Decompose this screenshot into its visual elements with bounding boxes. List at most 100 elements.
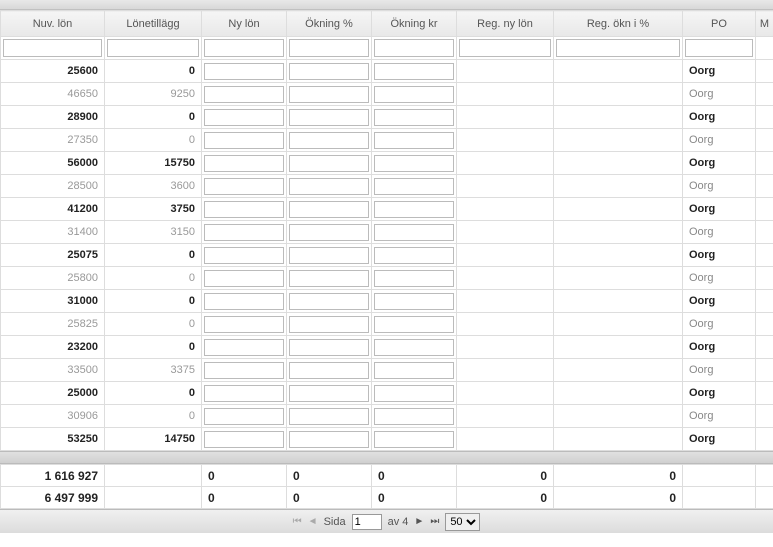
col-reg-okn-pct[interactable]: Reg. ökn i % (554, 11, 683, 37)
input-okning-pct[interactable] (289, 132, 369, 149)
input-okning-kr[interactable] (374, 385, 454, 402)
table-row[interactable]: 273500Oorg (1, 129, 773, 152)
cell-po: Oorg (683, 382, 756, 405)
table-row[interactable]: 285003600Oorg (1, 175, 773, 198)
input-okning-kr[interactable] (374, 224, 454, 241)
col-okning-pct[interactable]: Ökning % (287, 11, 372, 37)
col-lonetillagg[interactable]: Lönetillägg (105, 11, 202, 37)
input-okning-kr[interactable] (374, 178, 454, 195)
input-okning-kr[interactable] (374, 109, 454, 126)
input-okning-kr[interactable] (374, 201, 454, 218)
filter-lonetillagg[interactable] (107, 39, 199, 57)
input-okning-kr[interactable] (374, 86, 454, 103)
input-okning-pct[interactable] (289, 339, 369, 356)
table-row[interactable]: 250000Oorg (1, 382, 773, 405)
col-reg-ny-lon[interactable]: Reg. ny lön (457, 11, 554, 37)
cell-reg-pct (554, 106, 683, 129)
input-okning-kr[interactable] (374, 408, 454, 425)
last-page-icon[interactable]: ⏭ (430, 516, 439, 527)
table-row[interactable]: 335003375Oorg (1, 359, 773, 382)
table-row[interactable]: 310000Oorg (1, 290, 773, 313)
col-ny-lon[interactable]: Ny lön (202, 11, 287, 37)
col-okning-kr[interactable]: Ökning kr (372, 11, 457, 37)
filter-nuv-lon[interactable] (3, 39, 102, 57)
table-row[interactable]: 232000Oorg (1, 336, 773, 359)
input-okning-pct[interactable] (289, 224, 369, 241)
first-page-icon[interactable]: ⏮ (293, 516, 302, 527)
input-ny-lon[interactable] (204, 247, 284, 264)
next-page-icon[interactable]: ► (414, 516, 424, 527)
cell-nuv: 30906 (1, 405, 105, 428)
table-row[interactable]: 258000Oorg (1, 267, 773, 290)
input-okning-pct[interactable] (289, 408, 369, 425)
cell-nuv: 31400 (1, 221, 105, 244)
input-okning-pct[interactable] (289, 362, 369, 379)
input-ny-lon[interactable] (204, 339, 284, 356)
input-ny-lon[interactable] (204, 316, 284, 333)
table-row[interactable]: 256000Oorg (1, 60, 773, 83)
input-okning-kr[interactable] (374, 316, 454, 333)
table-row[interactable]: 466509250Oorg (1, 83, 773, 106)
input-ny-lon[interactable] (204, 224, 284, 241)
input-okning-pct[interactable] (289, 109, 369, 126)
input-ny-lon[interactable] (204, 132, 284, 149)
filter-reg-okn-pct[interactable] (556, 39, 680, 57)
filter-ny-lon[interactable] (204, 39, 284, 57)
input-okning-kr[interactable] (374, 293, 454, 310)
input-okning-kr[interactable] (374, 270, 454, 287)
input-okning-pct[interactable] (289, 201, 369, 218)
table-row[interactable]: 289000Oorg (1, 106, 773, 129)
input-okning-kr[interactable] (374, 431, 454, 448)
input-ny-lon[interactable] (204, 109, 284, 126)
table-row[interactable]: 5600015750Oorg (1, 152, 773, 175)
table-row[interactable]: 412003750Oorg (1, 198, 773, 221)
input-ny-lon[interactable] (204, 431, 284, 448)
cell-m (756, 336, 773, 359)
input-ny-lon[interactable] (204, 385, 284, 402)
input-okning-kr[interactable] (374, 339, 454, 356)
input-okning-pct[interactable] (289, 293, 369, 310)
input-okning-pct[interactable] (289, 316, 369, 333)
input-okning-pct[interactable] (289, 155, 369, 172)
col-nuv-lon[interactable]: Nuv. lön (1, 11, 105, 37)
input-okning-pct[interactable] (289, 385, 369, 402)
cell-lone: 0 (105, 405, 202, 428)
table-row[interactable]: 250750Oorg (1, 244, 773, 267)
input-okning-kr[interactable] (374, 155, 454, 172)
input-ny-lon[interactable] (204, 293, 284, 310)
input-ny-lon[interactable] (204, 155, 284, 172)
input-okning-pct[interactable] (289, 63, 369, 80)
filter-po[interactable] (685, 39, 753, 57)
table-row[interactable]: 5325014750Oorg (1, 428, 773, 451)
filter-okning-kr[interactable] (374, 39, 454, 57)
input-okning-pct[interactable] (289, 431, 369, 448)
input-okning-pct[interactable] (289, 247, 369, 264)
input-okning-kr[interactable] (374, 247, 454, 264)
cell-po: Oorg (683, 313, 756, 336)
input-okning-kr[interactable] (374, 132, 454, 149)
table-row[interactable]: 309060Oorg (1, 405, 773, 428)
input-okning-pct[interactable] (289, 86, 369, 103)
input-ny-lon[interactable] (204, 201, 284, 218)
page-size-select[interactable]: 50 (445, 513, 480, 531)
col-po[interactable]: PO (683, 11, 756, 37)
input-okning-pct[interactable] (289, 270, 369, 287)
filter-reg-ny-lon[interactable] (459, 39, 551, 57)
input-okning-pct[interactable] (289, 178, 369, 195)
input-ny-lon[interactable] (204, 270, 284, 287)
input-okning-kr[interactable] (374, 63, 454, 80)
table-row[interactable]: 258250Oorg (1, 313, 773, 336)
input-ny-lon[interactable] (204, 362, 284, 379)
table-row[interactable]: 314003150Oorg (1, 221, 773, 244)
page-input[interactable] (352, 514, 382, 530)
input-ny-lon[interactable] (204, 63, 284, 80)
input-okning-kr[interactable] (374, 362, 454, 379)
cell-po: Oorg (683, 290, 756, 313)
input-ny-lon[interactable] (204, 86, 284, 103)
filter-okning-pct[interactable] (289, 39, 369, 57)
input-ny-lon[interactable] (204, 408, 284, 425)
prev-page-icon[interactable]: ◄ (308, 516, 318, 527)
col-m[interactable]: M (756, 11, 773, 37)
input-ny-lon[interactable] (204, 178, 284, 195)
cell-reg-ny (457, 244, 554, 267)
